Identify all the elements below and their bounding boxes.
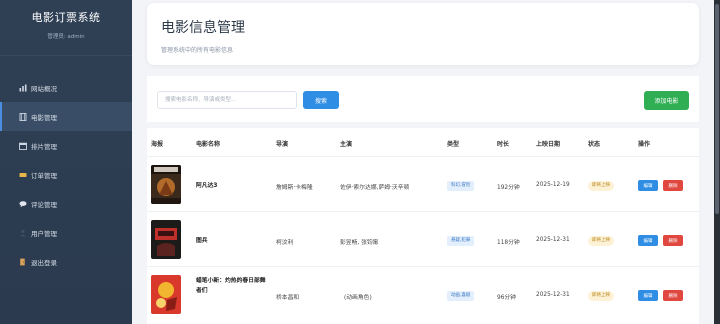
comment-icon	[18, 199, 27, 208]
movie-duration: 192分钟	[497, 185, 520, 191]
movie-cast: 佐伊·索尔达娜,萨姆·沃辛顿	[340, 185, 410, 191]
movie-duration: 96分钟	[497, 295, 516, 301]
search-input[interactable]	[157, 91, 297, 109]
current-user: 管理员: admin	[47, 34, 85, 40]
movie-cast: 彭昱畅, 张钧甯	[340, 240, 379, 246]
sidebar-item-movies[interactable]: 电影管理	[0, 102, 132, 131]
movie-director: 詹姆斯·卡梅隆	[276, 185, 313, 191]
sidebar-item-label: 订单管理	[31, 171, 57, 180]
column-header-poster: 海报	[151, 141, 164, 148]
ticket-icon	[18, 170, 27, 179]
search-button[interactable]: 搜索	[303, 91, 339, 109]
movie-poster	[151, 220, 181, 259]
movie-name: 图兵	[196, 238, 208, 244]
sidebar-nav: 网站概况 电影管理 排片管理 订单管理 评论管理 用户管理 退出登录	[0, 73, 132, 276]
app-title: 电影订票系统	[31, 11, 101, 24]
delete-button[interactable]: 删除	[663, 290, 683, 301]
scrollbar-thumb[interactable]	[715, 4, 719, 214]
status-badge: 即将上映	[588, 291, 614, 301]
sidebar-item-comments[interactable]: 评论管理	[0, 189, 132, 218]
column-header-actions: 操作	[638, 141, 651, 148]
page-header: 电影信息管理 管理系统中的所有电影信息	[147, 3, 699, 65]
column-header-genre: 类型	[447, 141, 460, 148]
film-icon	[18, 112, 27, 121]
calendar-icon	[18, 141, 27, 150]
edit-button[interactable]: 编辑	[638, 290, 658, 301]
movie-table: 海报 电影名称 导演 主演 类型 时长 上映日期 状态 操作 阿凡达3 詹姆斯·…	[147, 128, 699, 324]
column-header-name: 电影名称	[196, 141, 221, 148]
release-date: 2025-12-19	[536, 182, 570, 188]
sidebar-item-label: 排片管理	[31, 142, 57, 151]
delete-button[interactable]: 删除	[663, 235, 683, 246]
movie-director: 柯汶利	[276, 240, 294, 246]
status-badge: 即将上映	[588, 181, 614, 191]
sidebar-item-label: 退出登录	[31, 258, 57, 267]
page-title: 电影信息管理	[161, 20, 245, 36]
bar-chart-icon	[18, 83, 27, 92]
table-header: 海报 电影名称 导演 主演 类型 时长 上映日期 状态 操作	[147, 128, 699, 157]
sidebar-item-label: 评论管理	[31, 200, 57, 209]
release-date: 2025-12-31	[536, 237, 570, 243]
movie-name: 阿凡达3	[196, 183, 218, 189]
edit-button[interactable]: 编辑	[638, 235, 658, 246]
delete-button[interactable]: 删除	[663, 180, 683, 191]
user-icon	[18, 228, 27, 237]
sidebar-item-label: 网站概况	[31, 84, 57, 93]
edit-button[interactable]: 编辑	[638, 180, 658, 191]
table-row: 蜡笔小新：灼热的春日部舞者们 桥本昌和 (动画角色) 动画,喜剧 96分钟 20…	[147, 267, 699, 324]
status-badge: 即将上映	[588, 236, 614, 246]
sidebar-item-users[interactable]: 用户管理	[0, 218, 132, 247]
table-row: 图兵 柯汶利 彭昱畅, 张钧甯 悬疑,犯罪 118分钟 2025-12-31 即…	[147, 212, 699, 267]
sidebar-item-logout[interactable]: 退出登录	[0, 247, 132, 276]
genre-tag: 动画,喜剧	[447, 291, 475, 301]
movie-cast: (动画角色)	[344, 295, 372, 301]
movie-duration: 118分钟	[497, 240, 520, 246]
brand: 电影订票系统 管理员: admin	[0, 0, 132, 56]
logout-icon	[18, 257, 27, 266]
column-header-status: 状态	[588, 141, 601, 148]
vertical-scrollbar[interactable]	[714, 0, 720, 324]
movie-poster	[151, 275, 181, 314]
column-header-duration: 时长	[497, 141, 510, 148]
column-header-cast: 主演	[340, 141, 353, 148]
table-row: 阿凡达3 詹姆斯·卡梅隆 佐伊·索尔达娜,萨姆·沃辛顿 科幻,冒险 192分钟 …	[147, 157, 699, 212]
add-movie-button[interactable]: 添加电影	[644, 91, 689, 110]
toolbar: 搜索 添加电影	[147, 76, 699, 122]
sidebar-item-label: 电影管理	[31, 113, 57, 122]
column-header-date: 上映日期	[536, 141, 561, 148]
sidebar-item-label: 用户管理	[31, 229, 57, 238]
page-subtitle: 管理系统中的所有电影信息	[161, 47, 234, 54]
movie-name: 蜡笔小新：灼热的春日部舞者们	[196, 278, 266, 294]
release-date: 2025-12-31	[536, 292, 570, 298]
genre-tag: 科幻,冒险	[447, 181, 475, 191]
sidebar-item-schedule[interactable]: 排片管理	[0, 131, 132, 160]
movie-poster	[151, 165, 181, 204]
movie-director: 桥本昌和	[276, 295, 300, 301]
genre-tag: 悬疑,犯罪	[447, 236, 475, 246]
sidebar-item-overview[interactable]: 网站概况	[0, 73, 132, 102]
sidebar-item-orders[interactable]: 订单管理	[0, 160, 132, 189]
sidebar: 电影订票系统 管理员: admin 网站概况 电影管理 排片管理 订单管理 评论…	[0, 0, 132, 324]
column-header-director: 导演	[276, 141, 289, 148]
